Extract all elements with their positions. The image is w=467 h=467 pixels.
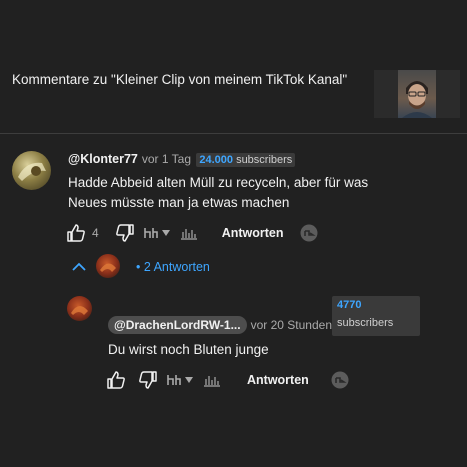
translate-button[interactable] <box>300 224 318 242</box>
reply-author-avatar-small <box>96 254 120 278</box>
comment-author[interactable]: @Klonter77 <box>68 152 138 166</box>
chevron-up-icon <box>72 262 86 271</box>
comments-title: Kommentare zu "Kleiner Clip von meinem T… <box>12 72 348 87</box>
stats-button[interactable] <box>180 226 198 240</box>
comment-time[interactable]: vor 1 Tag <box>142 152 191 166</box>
comment-meta: @Klonter77 vor 1 Tag 24.000 subscribers <box>68 152 296 167</box>
extension-icon <box>167 375 193 385</box>
reply-time[interactable]: vor 20 Stunden <box>251 318 332 332</box>
subscriber-count: 4770 <box>337 299 362 311</box>
reply-text: Du wirst noch Bluten junge <box>108 342 269 357</box>
reply-avatar[interactable] <box>67 296 92 321</box>
avatar-image <box>18 162 46 181</box>
subscriber-badge: 24.000 subscribers <box>196 153 296 167</box>
reply-button[interactable]: Antworten <box>247 373 309 387</box>
like-button[interactable] <box>66 223 86 243</box>
comment-text-line: Hadde Abbeid alten Müll zu recyceln, abe… <box>68 175 369 190</box>
translate-icon <box>300 224 317 242</box>
thumbs-up-icon <box>107 371 125 389</box>
translate-button[interactable] <box>331 371 349 389</box>
person-icon <box>402 81 432 118</box>
reply-meta: @DrachenLordRW-1... vor 20 Stunden <box>108 316 332 334</box>
comment-text-line: Neues müsste man ja etwas machen <box>68 195 290 210</box>
avatar-image <box>100 263 116 272</box>
bar-chart-icon <box>180 229 197 240</box>
subscriber-label: subscribers <box>337 317 394 329</box>
stats-button[interactable] <box>203 373 221 387</box>
dislike-button[interactable] <box>138 370 158 390</box>
comments-header: Kommentare zu "Kleiner Clip von meinem T… <box>0 0 467 134</box>
extension-icon <box>143 228 170 238</box>
avatar[interactable] <box>12 151 51 190</box>
extension-button[interactable] <box>143 226 174 240</box>
thumbs-up-icon <box>67 224 85 242</box>
thumbs-down-icon <box>139 371 157 389</box>
reply-button[interactable]: Antworten <box>222 226 284 240</box>
replies-toggle[interactable]: • 2 Antworten <box>72 258 210 276</box>
subscriber-label: subscribers <box>236 154 293 166</box>
comment-actions: 4 Antworten <box>66 222 318 244</box>
reply-actions: Antworten <box>106 369 349 391</box>
replies-count-label: • 2 Antworten <box>136 260 210 274</box>
comment-text: Hadde Abbeid alten Müll zu recyceln, abe… <box>68 173 368 213</box>
thumbs-down-icon <box>115 224 134 242</box>
avatar-image <box>71 305 88 315</box>
extension-button[interactable] <box>167 373 197 387</box>
dislike-button[interactable] <box>115 223 135 243</box>
translate-icon <box>331 371 349 389</box>
video-thumbnail[interactable] <box>374 70 460 118</box>
subscriber-badge: 4770 subscribers <box>332 296 420 336</box>
like-button[interactable] <box>106 370 126 390</box>
subscriber-count: 24.000 <box>199 154 233 166</box>
bar-chart-icon <box>204 376 220 387</box>
reply-author[interactable]: @DrachenLordRW-1... <box>108 316 247 334</box>
like-count: 4 <box>92 226 99 240</box>
